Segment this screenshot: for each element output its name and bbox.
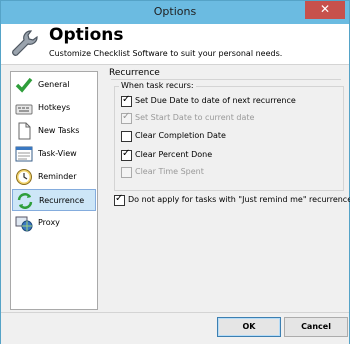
- checkbox[interactable]: ✓: [121, 94, 132, 107]
- checkbox: [121, 167, 132, 178]
- section-divider: [111, 79, 341, 80]
- nav-item-recurrence[interactable]: Recurrence: [12, 189, 96, 211]
- nav-label: Reminder: [38, 172, 77, 181]
- globe-icon: [15, 216, 33, 232]
- nav-label: Proxy: [38, 218, 60, 227]
- nav-item-hotkeys[interactable]: Hotkeys: [12, 97, 96, 119]
- checkmark-icon: ✓: [122, 94, 131, 105]
- new-document-icon: [18, 122, 31, 140]
- header-title: Options: [49, 25, 124, 45]
- checkbox[interactable]: ✓: [114, 193, 125, 206]
- window-title: Options: [153, 5, 197, 18]
- checkbox-label: Clear Time Spent: [135, 167, 204, 176]
- nav-item-new-tasks[interactable]: New Tasks: [12, 120, 96, 142]
- header-subtitle: Customize Checklist Software to suit you…: [49, 49, 283, 58]
- wrench-icon: [12, 30, 38, 56]
- checkbox-label: Clear Percent Done: [135, 150, 213, 159]
- nav-label: Recurrence: [39, 196, 85, 205]
- clock-icon: [16, 169, 32, 185]
- group-label: When task recurs:: [119, 81, 196, 90]
- checkmark-icon: ✓: [122, 111, 131, 122]
- checkbox-label: Set Due Date to date of next recurrence: [135, 96, 296, 105]
- checkmark-icon: ✓: [115, 193, 124, 204]
- nav-label: Hotkeys: [38, 103, 71, 112]
- task-view-icon: [15, 146, 33, 162]
- checkbox[interactable]: [121, 131, 132, 142]
- cancel-button[interactable]: Cancel: [284, 317, 348, 337]
- recurrence-arrows-icon: [17, 193, 33, 209]
- checkbox-label: Clear Completion Date: [135, 131, 226, 140]
- nav-label: New Tasks: [38, 126, 80, 135]
- checkbox[interactable]: ✓: [121, 148, 132, 161]
- nav-item-task-view[interactable]: Task-View: [12, 143, 96, 165]
- section-title: Recurrence: [109, 68, 160, 78]
- nav-item-general[interactable]: General: [12, 74, 96, 96]
- nav-item-reminder[interactable]: Reminder: [12, 166, 96, 188]
- checkbox-label: Set Start Date to current date: [135, 113, 255, 122]
- nav-item-proxy[interactable]: Proxy: [12, 212, 96, 234]
- close-button[interactable]: ✕: [305, 1, 345, 19]
- options-dialog: Options ✕ Options Customize Checklist So…: [0, 0, 350, 344]
- keyboard-icon: [15, 104, 33, 115]
- checkbox-label: Do not apply for tasks with "Just remind…: [128, 195, 350, 204]
- title-bar[interactable]: Options ✕: [1, 1, 349, 24]
- dialog-header: Options Customize Checklist Software to …: [1, 24, 349, 65]
- options-nav-list: General Hotkeys New Tasks Task-View Remi…: [10, 71, 98, 310]
- green-check-icon: [15, 77, 33, 93]
- checkbox: ✓: [121, 111, 132, 124]
- checkmark-icon: ✓: [122, 148, 131, 159]
- nav-label: Task-View: [38, 149, 77, 158]
- ok-button[interactable]: OK: [217, 317, 281, 337]
- nav-label: General: [38, 80, 70, 89]
